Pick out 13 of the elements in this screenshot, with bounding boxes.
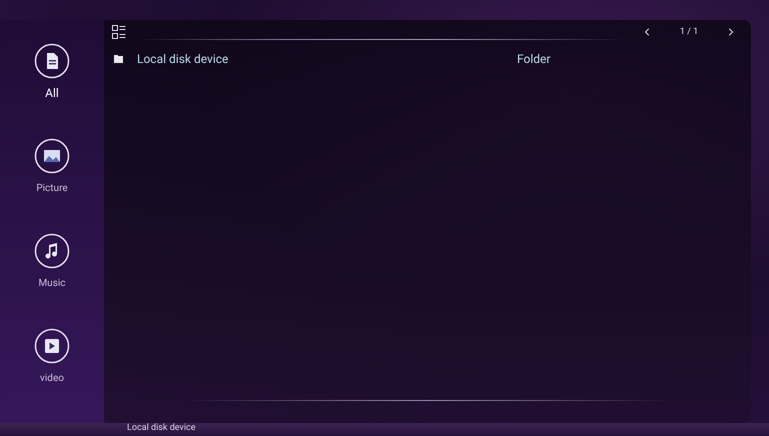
folder-icon [114,55,123,63]
status-path: Local disk device [127,423,196,433]
video-icon [34,328,70,364]
list-view-icon[interactable] [112,25,126,39]
picture-icon [34,138,70,174]
sidebar-item[interactable]: Music [34,233,70,328]
file-name[interactable]: Local disk device [137,52,517,66]
music-icon [34,233,70,269]
sidebar-item[interactable]: All [34,43,70,138]
sidebar-item[interactable]: video [34,328,70,423]
file-type: Folder [517,52,550,66]
page-indicator: 1 / 1 [678,27,700,37]
sidebar-item[interactable]: Picture [34,138,70,233]
